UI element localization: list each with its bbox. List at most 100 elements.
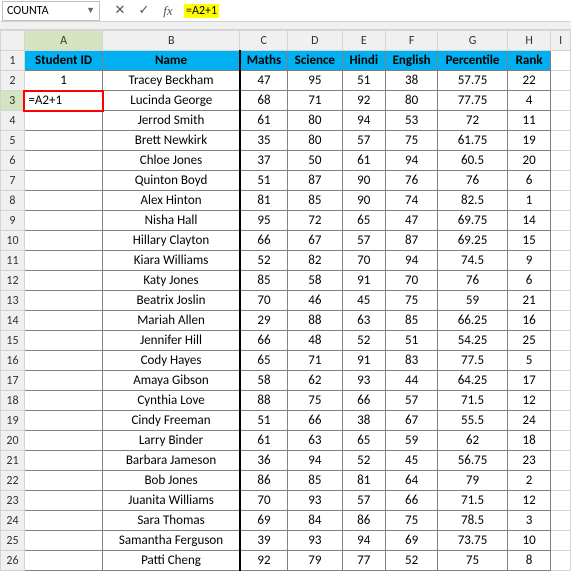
cell-I14[interactable] <box>551 311 571 331</box>
cell-A11[interactable] <box>24 251 102 271</box>
cell-B6[interactable]: Chloe Jones <box>103 151 240 171</box>
cell-B3[interactable]: Lucinda George <box>103 91 240 111</box>
cell-A12[interactable] <box>24 271 102 291</box>
cell-G6[interactable]: 60.5 <box>438 151 508 171</box>
cell-C23[interactable]: 70 <box>240 491 288 511</box>
cell-I20[interactable] <box>551 431 571 451</box>
row-header-12[interactable]: 12 <box>1 271 25 291</box>
cell-C19[interactable]: 51 <box>240 411 288 431</box>
cell-B20[interactable]: Larry Binder <box>103 431 240 451</box>
cell-C22[interactable]: 86 <box>240 471 288 491</box>
cell-A9[interactable] <box>24 211 102 231</box>
cell-E2[interactable]: 51 <box>342 71 386 91</box>
cell-C8[interactable]: 81 <box>240 191 288 211</box>
cell-F24[interactable]: 75 <box>386 511 438 531</box>
cell-D22[interactable]: 85 <box>288 471 342 491</box>
cell-E18[interactable]: 66 <box>342 391 386 411</box>
cell-E16[interactable]: 91 <box>342 351 386 371</box>
cell-A19[interactable] <box>24 411 102 431</box>
cell-C24[interactable]: 69 <box>240 511 288 531</box>
row-header-16[interactable]: 16 <box>1 351 25 371</box>
cell-G12[interactable]: 76 <box>438 271 508 291</box>
cell-A17[interactable] <box>24 371 102 391</box>
row-header-3[interactable]: 3 <box>1 91 25 111</box>
cell-G3[interactable]: 77.75 <box>438 91 508 111</box>
cell-H21[interactable]: 23 <box>507 451 551 471</box>
cell-B7[interactable]: Quinton Boyd <box>103 171 240 191</box>
cell-E5[interactable]: 57 <box>342 131 386 151</box>
cell-D14[interactable]: 88 <box>288 311 342 331</box>
cell-C18[interactable]: 88 <box>240 391 288 411</box>
cell-G25[interactable]: 73.75 <box>438 531 508 551</box>
cell-A14[interactable] <box>24 311 102 331</box>
cell-H16[interactable]: 5 <box>507 351 551 371</box>
cell-B4[interactable]: Jerrod Smith <box>103 111 240 131</box>
cell-E12[interactable]: 91 <box>342 271 386 291</box>
cell-B14[interactable]: Mariah Allen <box>103 311 240 331</box>
row-header-10[interactable]: 10 <box>1 231 25 251</box>
row-header-14[interactable]: 14 <box>1 311 25 331</box>
cell-C4[interactable]: 61 <box>240 111 288 131</box>
cell-D3[interactable]: 71 <box>288 91 342 111</box>
row-header-19[interactable]: 19 <box>1 411 25 431</box>
cell-H10[interactable]: 15 <box>507 231 551 251</box>
header-cell[interactable]: Student ID <box>24 51 102 71</box>
cell-D4[interactable]: 80 <box>288 111 342 131</box>
row-header-2[interactable]: 2 <box>1 71 25 91</box>
cell-E23[interactable]: 57 <box>342 491 386 511</box>
cell-C16[interactable]: 65 <box>240 351 288 371</box>
cell-A5[interactable] <box>24 131 102 151</box>
cell-H11[interactable]: 9 <box>507 251 551 271</box>
cell-G8[interactable]: 82.5 <box>438 191 508 211</box>
cell-I21[interactable] <box>551 451 571 471</box>
col-header-H[interactable]: H <box>507 31 551 51</box>
cell-D13[interactable]: 46 <box>288 291 342 311</box>
cell-B19[interactable]: Cindy Freeman <box>103 411 240 431</box>
cell-G10[interactable]: 69.25 <box>438 231 508 251</box>
cell-D5[interactable]: 80 <box>288 131 342 151</box>
col-header-B[interactable]: B <box>103 31 240 51</box>
cell-B9[interactable]: Nisha Hall <box>103 211 240 231</box>
cell-F25[interactable]: 69 <box>386 531 438 551</box>
header-cell[interactable]: Science <box>288 51 342 71</box>
cell-H12[interactable]: 6 <box>507 271 551 291</box>
cell-H22[interactable]: 2 <box>507 471 551 491</box>
cancel-icon[interactable]: ✕ <box>108 1 132 21</box>
header-cell[interactable]: Maths <box>240 51 288 71</box>
name-box[interactable]: COUNTA ▼ <box>2 1 100 21</box>
cell-D23[interactable]: 93 <box>288 491 342 511</box>
cell-E22[interactable]: 81 <box>342 471 386 491</box>
header-cell[interactable]: Percentile <box>438 51 508 71</box>
cell-C2[interactable]: 47 <box>240 71 288 91</box>
cell-B21[interactable]: Barbara Jameson <box>103 451 240 471</box>
cell-E11[interactable]: 70 <box>342 251 386 271</box>
cell-I11[interactable] <box>551 251 571 271</box>
cell-B10[interactable]: Hillary Clayton <box>103 231 240 251</box>
cell-H2[interactable]: 22 <box>507 71 551 91</box>
cell-E3[interactable]: 92 <box>342 91 386 111</box>
cell-G7[interactable]: 76 <box>438 171 508 191</box>
header-cell[interactable] <box>551 51 571 71</box>
cell-B13[interactable]: Beatrix Joslin <box>103 291 240 311</box>
cell-I19[interactable] <box>551 411 571 431</box>
cell-G23[interactable]: 71.5 <box>438 491 508 511</box>
cell-G13[interactable]: 59 <box>438 291 508 311</box>
cell-C15[interactable]: 66 <box>240 331 288 351</box>
cell-H5[interactable]: 19 <box>507 131 551 151</box>
cell-D15[interactable]: 48 <box>288 331 342 351</box>
cell-B24[interactable]: Sara Thomas <box>103 511 240 531</box>
cell-D25[interactable]: 93 <box>288 531 342 551</box>
cell-E8[interactable]: 90 <box>342 191 386 211</box>
cell-G26[interactable]: 75 <box>438 551 508 571</box>
cell-C6[interactable]: 37 <box>240 151 288 171</box>
cell-D18[interactable]: 75 <box>288 391 342 411</box>
cell-D7[interactable]: 87 <box>288 171 342 191</box>
cell-H7[interactable]: 6 <box>507 171 551 191</box>
cell-C5[interactable]: 35 <box>240 131 288 151</box>
cell-F15[interactable]: 51 <box>386 331 438 351</box>
fx-icon[interactable]: fx <box>156 1 180 21</box>
cell-A13[interactable] <box>24 291 102 311</box>
cell-A10[interactable] <box>24 231 102 251</box>
cell-H8[interactable]: 1 <box>507 191 551 211</box>
cell-D17[interactable]: 62 <box>288 371 342 391</box>
